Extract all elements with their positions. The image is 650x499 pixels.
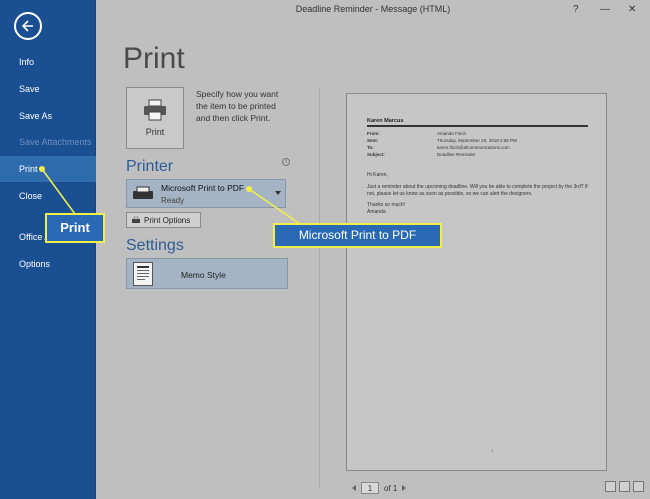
printer-icon xyxy=(144,99,166,121)
info-icon[interactable]: i xyxy=(282,158,290,166)
preview-row-sent: Sent: Thursday, September 20, 2018 2:58 P… xyxy=(367,138,517,143)
sidebar-item-save-as[interactable]: Save As xyxy=(0,103,96,129)
callout-print: Print xyxy=(45,213,105,243)
callout-print-dot xyxy=(39,166,45,172)
callout-printer-name: Microsoft Print to PDF xyxy=(273,223,442,248)
preview-row-subject: Subject: Deadline Reminder xyxy=(367,152,476,157)
printer-status: Ready xyxy=(161,196,185,205)
printer-device-icon xyxy=(132,186,154,207)
preview-closing: Thanks so much! xyxy=(367,202,406,208)
print-options-button[interactable]: Print Options xyxy=(126,212,201,228)
sidebar-item-close[interactable]: Close xyxy=(0,183,96,209)
pane-divider xyxy=(319,88,320,488)
callout-printer-dot xyxy=(246,186,252,192)
memo-style-label: Memo Style xyxy=(181,270,226,280)
printer-heading: Printer xyxy=(126,158,174,175)
sidebar-item-print[interactable]: Print xyxy=(0,156,96,182)
window-title: Deadline Reminder - Message (HTML) xyxy=(295,4,451,14)
current-page-input[interactable]: 1 xyxy=(361,482,379,494)
print-options-label: Print Options xyxy=(144,215,191,225)
previous-page-icon[interactable] xyxy=(352,485,356,491)
back-button[interactable] xyxy=(14,12,42,40)
multiple-pages-icon[interactable] xyxy=(619,481,630,492)
sidebar-item-save-attachments: Save Attachments xyxy=(19,137,92,147)
backstage-sidebar: Info Save Save As Save Attachments Print… xyxy=(0,0,96,499)
settings-heading: Settings xyxy=(126,237,184,254)
printer-dropdown[interactable]: Microsoft Print to PDF Ready xyxy=(126,179,286,208)
actual-size-icon[interactable] xyxy=(605,481,616,492)
page-navigator: 1 of 1 xyxy=(352,482,407,494)
chevron-down-icon xyxy=(275,191,281,195)
print-button[interactable]: Print xyxy=(126,87,184,149)
memo-style-icon xyxy=(133,262,153,286)
sidebar-item-save[interactable]: Save xyxy=(0,76,96,102)
preview-view-controls xyxy=(605,481,644,492)
print-description: Specify how you want the item to be prin… xyxy=(196,89,279,123)
print-backstage: Deadline Reminder - Message (HTML) ? — ✕… xyxy=(96,0,650,499)
close-button[interactable]: ✕ xyxy=(628,4,636,15)
preview-signature: Amanda xyxy=(367,209,386,215)
arrow-left-icon xyxy=(21,20,33,32)
print-options-icon xyxy=(132,216,140,223)
next-page-icon[interactable] xyxy=(402,485,407,491)
minimize-button[interactable]: — xyxy=(600,4,610,15)
preview-body: Just a reminder about the upcoming deadl… xyxy=(367,184,588,197)
help-button[interactable]: ? xyxy=(573,4,579,15)
print-style-selector[interactable]: Memo Style xyxy=(126,258,288,289)
title-bar: Deadline Reminder - Message (HTML) ? — ✕ xyxy=(96,0,650,22)
printer-name: Microsoft Print to PDF xyxy=(161,183,245,193)
preview-sender-name: Karen Marcus xyxy=(367,118,404,124)
print-button-label: Print xyxy=(145,127,165,137)
page-title: Print xyxy=(123,42,185,75)
sidebar-item-options[interactable]: Options xyxy=(0,251,96,277)
preview-header-rule xyxy=(367,125,588,127)
page-total: of 1 xyxy=(384,483,398,493)
sidebar-item-info[interactable]: Info xyxy=(0,49,96,75)
preview-row-to: To: karen.finch@afcommunications.com xyxy=(367,145,510,150)
preview-greeting: Hi Karen, xyxy=(367,172,388,178)
preview-row-from: From: Amanda Finch xyxy=(367,131,467,136)
print-preview-page: Karen Marcus From: Amanda Finch Sent: Thur… xyxy=(346,93,607,471)
preview-page-number: 1 xyxy=(491,448,494,453)
fit-page-icon[interactable] xyxy=(633,481,644,492)
